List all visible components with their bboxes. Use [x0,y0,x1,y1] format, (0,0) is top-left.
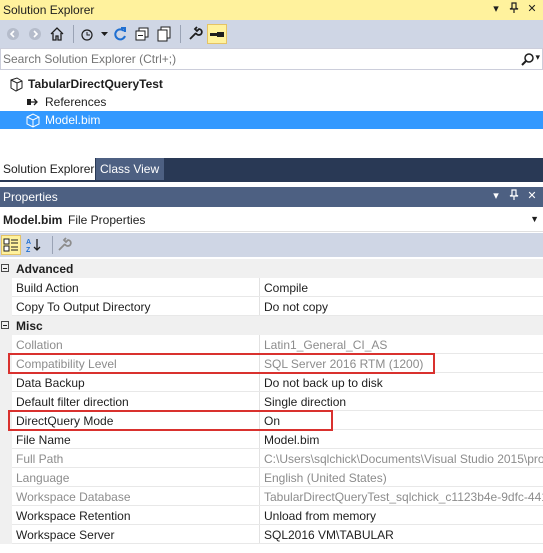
property-value[interactable]: Unload from memory [264,509,543,523]
property-name: Data Backup [16,376,85,390]
property-name: Workspace Database [16,490,131,504]
home-icon[interactable] [47,24,67,44]
properties-titlebar: Properties ▾ ✕ [0,187,543,207]
property-row[interactable]: Data Backup Do not back up to disk [0,373,543,392]
project-label: TabularDirectQueryTest [28,77,163,91]
property-name: Default filter direction [16,395,129,409]
search-icon[interactable] [520,52,536,68]
property-row[interactable]: File Name Model.bim [0,430,543,449]
svg-text:Z: Z [26,247,31,253]
tree-item-references[interactable]: References [0,93,543,111]
property-name: Full Path [16,452,64,466]
properties-toolbar: AZ [0,233,543,257]
pending-changes-filter-icon[interactable] [78,24,98,44]
object-name: Model.bim [3,213,63,227]
tree-item-project[interactable]: TabularDirectQueryTest [0,75,543,93]
categorized-icon[interactable] [1,235,21,255]
show-all-files-icon[interactable] [154,24,174,44]
collapse-all-icon[interactable] [132,24,152,44]
property-value: TabularDirectQueryTest_sqlchick_c1123b4e… [264,490,543,504]
preview-selected-items-icon[interactable] [207,24,227,44]
property-value[interactable]: Do not back up to disk [264,376,543,390]
property-value: C:\Users\sqlchick\Documents\Visual Studi… [264,452,543,466]
category-advanced[interactable]: Advanced [0,259,543,278]
window-position-icon[interactable]: ▾ [489,189,503,204]
refresh-icon[interactable] [110,24,130,44]
project-icon [8,76,24,92]
toolbar-separator [180,25,181,43]
property-grid: Advanced Build Action Compile Copy To Ou… [0,259,543,553]
property-name: Language [16,471,70,485]
toolbar-separator [73,25,74,43]
window-position-icon[interactable]: ▾ [489,2,503,17]
pin-icon[interactable] [507,2,521,17]
solution-tree: TabularDirectQueryTest References Model.… [0,72,543,158]
property-row[interactable]: Collation Latin1_General_CI_AS [0,335,543,354]
solution-explorer-title: Solution Explorer [3,3,95,17]
property-row[interactable]: Workspace Retention Unload from memory [0,506,543,525]
tree-item-model-bim[interactable]: Model.bim [0,111,543,129]
search-options-dropdown-icon[interactable]: ▾ [535,52,540,63]
tab-solution-explorer[interactable]: Solution Explorer [0,158,95,180]
compatibility-level-highlight [8,353,435,374]
category-label: Misc [16,319,43,333]
pin-icon[interactable] [507,189,521,204]
property-value[interactable]: Single direction [264,395,543,409]
properties-wrench-icon[interactable] [185,24,205,44]
close-icon[interactable]: ✕ [525,189,539,204]
tab-class-view[interactable]: Class View [96,158,164,180]
collapse-advanced-icon[interactable] [1,264,9,272]
property-value[interactable]: Model.bim [264,433,543,447]
model-file-icon [25,112,41,128]
property-name: File Name [16,433,71,447]
object-kind: File Properties [68,213,146,227]
back-icon[interactable] [3,24,23,44]
filter-dropdown-icon[interactable] [100,24,108,44]
tool-window-tabs: Solution Explorer Class View [0,158,543,182]
property-row[interactable]: Workspace Server SQL2016 VM\TABULAR [0,525,543,544]
property-name: Build Action [16,281,79,295]
properties-title: Properties [3,190,58,204]
property-row[interactable]: Default filter direction Single directio… [0,392,543,411]
references-label: References [45,95,107,109]
directquery-mode-highlight [8,410,333,431]
property-name: Collation [16,338,63,352]
property-row[interactable]: Copy To Output Directory Do not copy [0,297,543,316]
forward-icon[interactable] [25,24,45,44]
solution-explorer-titlebar: Solution Explorer ▾ ✕ [0,0,543,20]
model-file-label: Model.bim [45,113,101,127]
property-row[interactable]: Workspace Database TabularDirectQueryTes… [0,487,543,506]
category-label: Advanced [16,262,74,276]
references-icon [25,94,41,110]
property-value: English (United States) [264,471,387,485]
search-box: ▾ [0,48,543,70]
search-input[interactable] [3,51,503,67]
property-row[interactable]: Full Path C:\Users\sqlchick\Documents\Vi… [0,449,543,468]
object-selector[interactable]: Model.bim File Properties ▼ [0,208,543,232]
svg-text:A: A [26,239,31,246]
close-icon[interactable]: ✕ [525,2,539,17]
property-value: Latin1_General_CI_AS [264,338,388,352]
property-row[interactable]: Language English (United States) [0,468,543,487]
toolbar-separator [52,236,53,254]
property-row[interactable]: Build Action Compile [0,278,543,297]
category-misc[interactable]: Misc [0,316,543,335]
solution-explorer-toolbar [0,20,543,48]
property-value[interactable]: Do not copy [264,300,543,314]
object-selector-dropdown-icon[interactable]: ▼ [530,214,539,224]
property-name: Workspace Retention [16,509,131,523]
property-value[interactable]: Compile [264,281,543,295]
collapse-misc-icon[interactable] [1,321,9,329]
property-name: Copy To Output Directory [16,300,151,314]
property-pages-wrench-icon[interactable] [54,235,74,255]
alphabetical-icon[interactable]: AZ [24,235,44,255]
property-name: Workspace Server [16,528,115,542]
property-value[interactable]: SQL2016 VM\TABULAR [264,528,543,542]
